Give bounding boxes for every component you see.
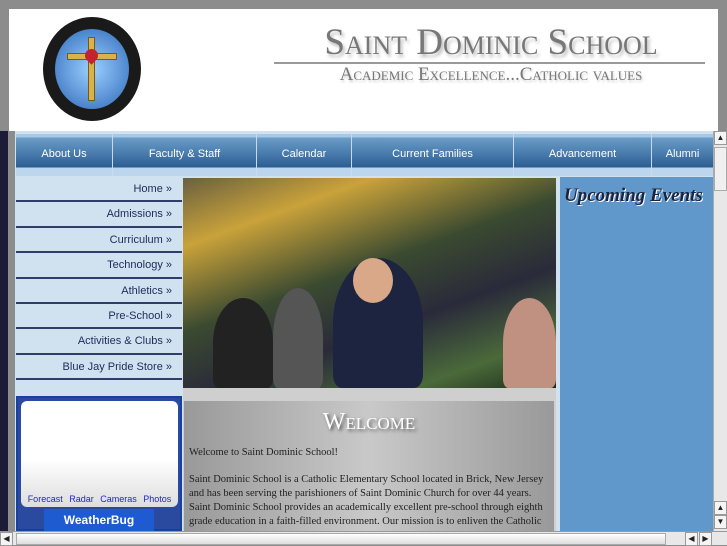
welcome-text: Welcome to Saint Dominic School! Saint D… bbox=[184, 446, 554, 528]
site-tagline: Academic Excellence...Catholic values bbox=[339, 64, 643, 85]
welcome-body: Saint Dominic School is a Catholic Eleme… bbox=[189, 474, 544, 527]
welcome-panel: Welcome Welcome to Saint Dominic School!… bbox=[184, 401, 554, 531]
left-edge bbox=[0, 131, 8, 531]
main-nav: About Us Faculty & Staff Calendar Curren… bbox=[16, 134, 713, 176]
scroll-down-arrow[interactable]: ▼ bbox=[714, 515, 727, 529]
school-seal-logo[interactable] bbox=[43, 17, 141, 121]
sidebar-item-technology[interactable]: Technology » bbox=[16, 253, 182, 279]
students-photo bbox=[183, 178, 556, 388]
nav-alumni[interactable]: Alumni bbox=[652, 134, 713, 176]
sidebar-item-home[interactable]: Home » bbox=[16, 177, 182, 203]
upcoming-events-title: Upcoming Events bbox=[564, 185, 703, 206]
sidebar-item-activities[interactable]: Activities & Clubs » bbox=[16, 329, 182, 355]
weather-photos-link[interactable]: Photos bbox=[143, 494, 171, 504]
sidebar-menu: Home » Admissions » Curriculum » Technol… bbox=[16, 177, 182, 381]
weather-widget: Forecast Radar Cameras Photos WeatherBug bbox=[16, 396, 182, 531]
nav-calendar[interactable]: Calendar bbox=[257, 134, 352, 176]
weather-display: Forecast Radar Cameras Photos bbox=[21, 401, 178, 507]
nav-about-us[interactable]: About Us bbox=[16, 134, 113, 176]
sidebar-item-preschool[interactable]: Pre-School » bbox=[16, 304, 182, 330]
weather-radar-link[interactable]: Radar bbox=[69, 494, 94, 504]
horizontal-scrollbar[interactable]: ◀ ◀ ▶ bbox=[0, 531, 727, 546]
weather-forecast-link[interactable]: Forecast bbox=[28, 494, 63, 504]
nav-advancement[interactable]: Advancement bbox=[514, 134, 652, 176]
vertical-scroll-thumb[interactable] bbox=[714, 147, 727, 191]
welcome-section: Welcome Welcome to Saint Dominic School!… bbox=[183, 388, 556, 531]
weather-links: Forecast Radar Cameras Photos bbox=[21, 494, 178, 504]
scroll-up-arrow[interactable]: ▲ bbox=[714, 131, 727, 145]
scroll-left-arrow-right[interactable]: ◀ bbox=[685, 532, 698, 546]
site-title: Saint Dominic School bbox=[324, 22, 658, 63]
site-header: Saint Dominic School Academic Excellence… bbox=[9, 9, 718, 131]
sidebar-item-athletics[interactable]: Athletics » bbox=[16, 279, 182, 304]
vertical-scrollbar[interactable]: ▲ ▲ ▼ bbox=[713, 131, 727, 531]
welcome-heading: Welcome bbox=[322, 409, 416, 435]
scroll-right-arrow[interactable]: ▶ bbox=[699, 532, 712, 546]
scroll-up-arrow-bottom[interactable]: ▲ bbox=[714, 501, 727, 515]
sidebar-item-store[interactable]: Blue Jay Pride Store » bbox=[16, 355, 182, 381]
welcome-greeting: Welcome to Saint Dominic School! bbox=[189, 447, 339, 458]
weatherbug-logo[interactable]: WeatherBug bbox=[44, 509, 154, 531]
nav-current-families[interactable]: Current Families bbox=[352, 134, 514, 176]
nav-faculty-staff[interactable]: Faculty & Staff bbox=[113, 134, 257, 176]
sidebar-item-admissions[interactable]: Admissions » bbox=[16, 202, 182, 228]
upcoming-events-panel: Upcoming Events bbox=[560, 177, 713, 531]
scroll-left-arrow[interactable]: ◀ bbox=[0, 532, 13, 546]
weather-cameras-link[interactable]: Cameras bbox=[100, 494, 137, 504]
horizontal-scroll-thumb[interactable] bbox=[16, 533, 666, 545]
sidebar-item-curriculum[interactable]: Curriculum » bbox=[16, 228, 182, 254]
page-content: About Us Faculty & Staff Calendar Curren… bbox=[15, 131, 713, 531]
